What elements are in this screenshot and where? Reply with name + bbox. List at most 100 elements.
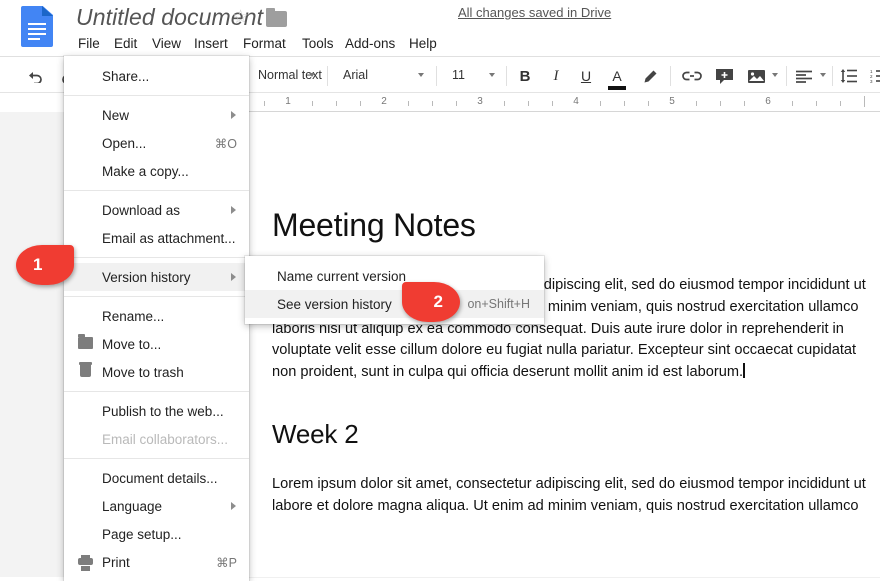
menubar-item-view[interactable]: View: [144, 31, 189, 57]
menu-item-label: See version history: [277, 297, 392, 312]
highlighter-icon[interactable]: [639, 65, 659, 87]
folder-icon[interactable]: [266, 11, 287, 27]
menubar-item-file[interactable]: File: [70, 31, 108, 57]
docs-logo-line: [28, 28, 46, 30]
ruler-tick: [264, 101, 265, 106]
chevron-down-icon[interactable]: [820, 73, 826, 77]
file-menu-item-page-setup[interactable]: Page setup...: [64, 520, 249, 548]
ruler-number: 1: [285, 96, 291, 107]
ruler-tick: [456, 101, 457, 106]
file-menu-item-move-to[interactable]: Move to...: [64, 330, 249, 358]
trash-icon: [78, 365, 91, 377]
menubar-item-insert[interactable]: Insert: [186, 31, 236, 57]
italic-button[interactable]: I: [546, 65, 566, 87]
menubar-item-tools[interactable]: Tools: [294, 31, 342, 57]
ruler-number: 2: [381, 96, 387, 107]
chevron-down-icon[interactable]: [309, 73, 315, 77]
toolbar-divider: [832, 66, 833, 86]
ruler-tick: [816, 101, 817, 106]
chevron-down-icon[interactable]: [489, 73, 495, 77]
ruler-number: 3: [477, 96, 483, 107]
menubar-item-add-ons[interactable]: Add-ons: [337, 31, 403, 57]
underline-button[interactable]: U: [576, 65, 596, 87]
toolbar-divider: [506, 66, 507, 86]
insert-image-icon[interactable]: [745, 65, 767, 87]
callout-marker-2: 2: [402, 282, 460, 322]
docs-logo-line: [28, 23, 46, 25]
file-menu-item-download-as[interactable]: Download as: [64, 196, 249, 224]
ruler-tick: [312, 101, 313, 106]
bold-button[interactable]: B: [515, 65, 535, 87]
file-menu-item-print[interactable]: Print⌘P: [64, 548, 249, 576]
document-page[interactable]: Meeting Notes Lorem ipsum dolor sit amet…: [172, 112, 880, 577]
ruler-tick: [504, 101, 505, 106]
line-spacing-icon[interactable]: [838, 65, 860, 87]
file-menu-item-version-history[interactable]: Version history: [64, 263, 249, 291]
ruler-tick: [864, 96, 865, 107]
add-comment-icon[interactable]: [713, 65, 735, 87]
toolbar-divider: [327, 66, 328, 86]
version-submenu-item-name-current-version[interactable]: Name current version: [245, 262, 544, 290]
align-left-icon[interactable]: [793, 65, 815, 87]
toolbar-divider: [436, 66, 437, 86]
file-menu-item-share[interactable]: Share...: [64, 62, 249, 90]
chevron-right-icon: [231, 111, 236, 119]
file-menu-item-language[interactable]: Language: [64, 492, 249, 520]
menu-item-label: Share...: [102, 69, 149, 84]
text-color-swatch[interactable]: [608, 86, 626, 90]
save-status-link[interactable]: All changes saved in Drive: [458, 5, 611, 20]
callout-marker-1: 1: [16, 245, 74, 285]
google-docs-icon[interactable]: [21, 6, 53, 47]
title-bar: Untitled document ☆ FileEditViewInsertFo…: [0, 0, 880, 57]
menu-item-label: Name current version: [277, 269, 406, 284]
menu-item-label: Print: [102, 555, 130, 570]
font-family-value[interactable]: Arial: [343, 68, 368, 82]
docs-logo-line: [28, 38, 40, 40]
file-menu-item-new[interactable]: New: [64, 101, 249, 129]
version-history-submenu[interactable]: Name current version See version historyo…: [245, 256, 544, 324]
star-icon[interactable]: ☆: [232, 8, 249, 27]
text-color-button[interactable]: A: [607, 65, 627, 87]
numbered-list-icon[interactable]: 123: [868, 65, 880, 87]
undo-icon[interactable]: [26, 65, 46, 87]
file-menu-item-email-as-attachment[interactable]: Email as attachment...: [64, 224, 249, 252]
menubar-item-edit[interactable]: Edit: [106, 31, 145, 57]
ruler-tick: [792, 101, 793, 106]
menu-separator: [64, 95, 249, 96]
ruler-tick: [744, 101, 745, 106]
ruler-tick: [696, 101, 697, 106]
link-icon[interactable]: [681, 65, 703, 87]
file-menu-item-publish-to-the-web[interactable]: Publish to the web...: [64, 397, 249, 425]
file-menu-dropdown[interactable]: Share... New Open... ⌘O Make a copy... Downlo…: [64, 56, 249, 581]
ruler-tick: [648, 101, 649, 106]
menu-item-label: Download as: [102, 203, 180, 218]
ruler[interactable]: 123456: [172, 93, 880, 112]
text-cursor: [743, 363, 745, 378]
ruler-tick: [720, 101, 721, 106]
file-menu-item-make-a-copy[interactable]: Make a copy...: [64, 157, 249, 185]
menu-item-label: Document details...: [102, 471, 218, 486]
font-size-value[interactable]: 11: [452, 68, 465, 82]
menubar-item-help[interactable]: Help: [401, 31, 445, 57]
menubar-item-format[interactable]: Format: [235, 31, 294, 57]
menu-item-label: Open...: [102, 136, 146, 151]
menu-item-label: New: [102, 108, 129, 123]
heading-week-2: Week 2: [272, 420, 852, 450]
chevron-right-icon: [231, 273, 236, 281]
file-menu-item-rename[interactable]: Rename...: [64, 302, 249, 330]
chevron-right-icon: [231, 502, 236, 510]
version-submenu-item-see-version-history[interactable]: See version historyon+Shift+H: [245, 290, 544, 318]
menu-item-label: Email collaborators...: [102, 432, 228, 447]
chevron-down-icon[interactable]: [418, 73, 424, 77]
menu-separator: [64, 458, 249, 459]
ruler-tick: [528, 101, 529, 106]
file-menu-item-open[interactable]: Open... ⌘O: [64, 129, 249, 157]
callout-number: 2: [402, 282, 460, 322]
menu-item-label: Version history: [102, 270, 191, 285]
menu-item-label: Publish to the web...: [102, 404, 224, 419]
menu-item-label: Page setup...: [102, 527, 182, 542]
file-menu-item-document-details[interactable]: Document details...: [64, 464, 249, 492]
chevron-down-icon[interactable]: [772, 73, 778, 77]
file-menu-item-move-to-trash[interactable]: Move to trash: [64, 358, 249, 386]
menu-item-shortcut: ⌘O: [215, 136, 237, 151]
